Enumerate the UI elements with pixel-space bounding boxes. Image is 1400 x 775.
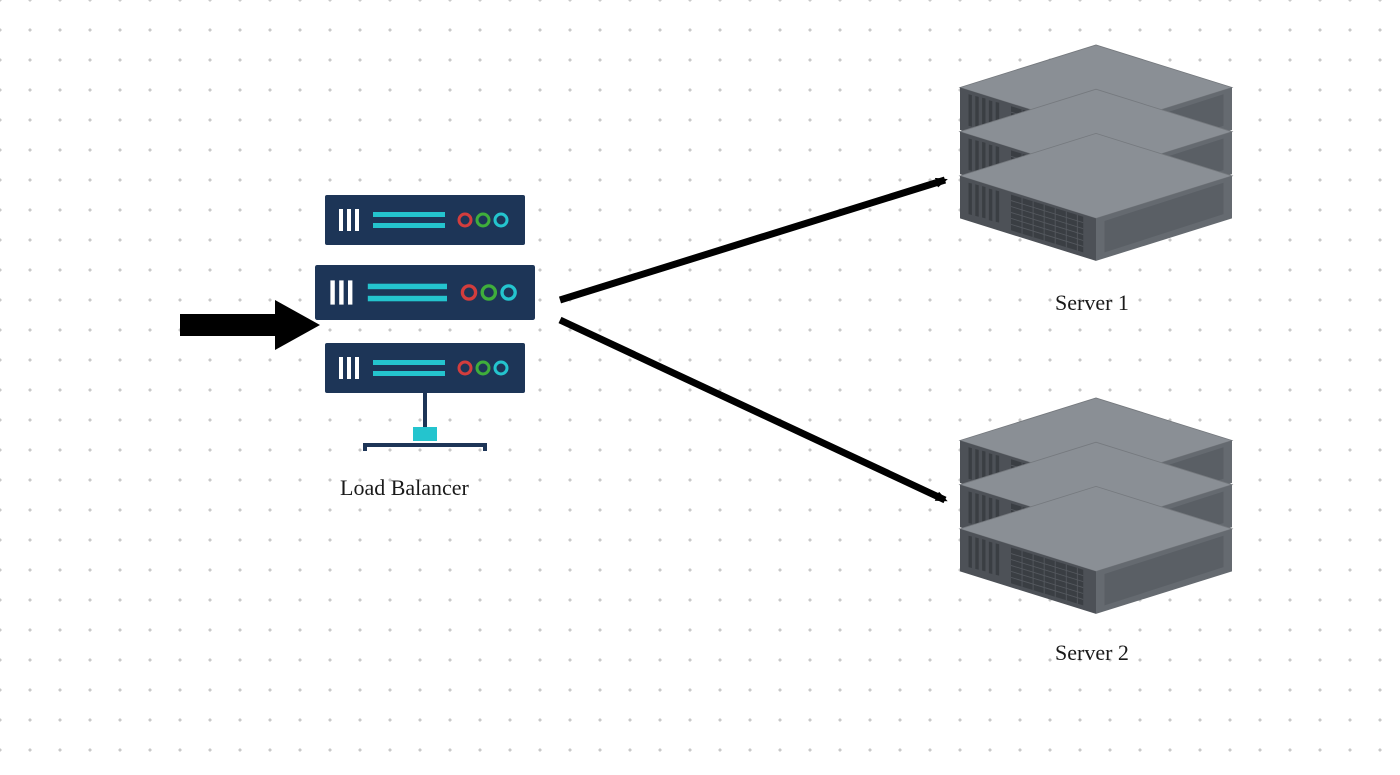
diagram-svg (0, 0, 1400, 775)
arrow-to-server2-icon (560, 320, 945, 500)
load-balancer-icon (315, 195, 535, 451)
incoming-arrow-icon (180, 300, 320, 350)
server2-label: Server 2 (1055, 640, 1129, 666)
server1-icon (960, 45, 1232, 261)
server1-label: Server 1 (1055, 290, 1129, 316)
load-balancer-label: Load Balancer (340, 475, 469, 501)
diagram-canvas: Load Balancer Server 1 Server 2 (0, 0, 1400, 775)
server2-icon (960, 398, 1232, 614)
arrow-to-server1-icon (560, 180, 945, 300)
